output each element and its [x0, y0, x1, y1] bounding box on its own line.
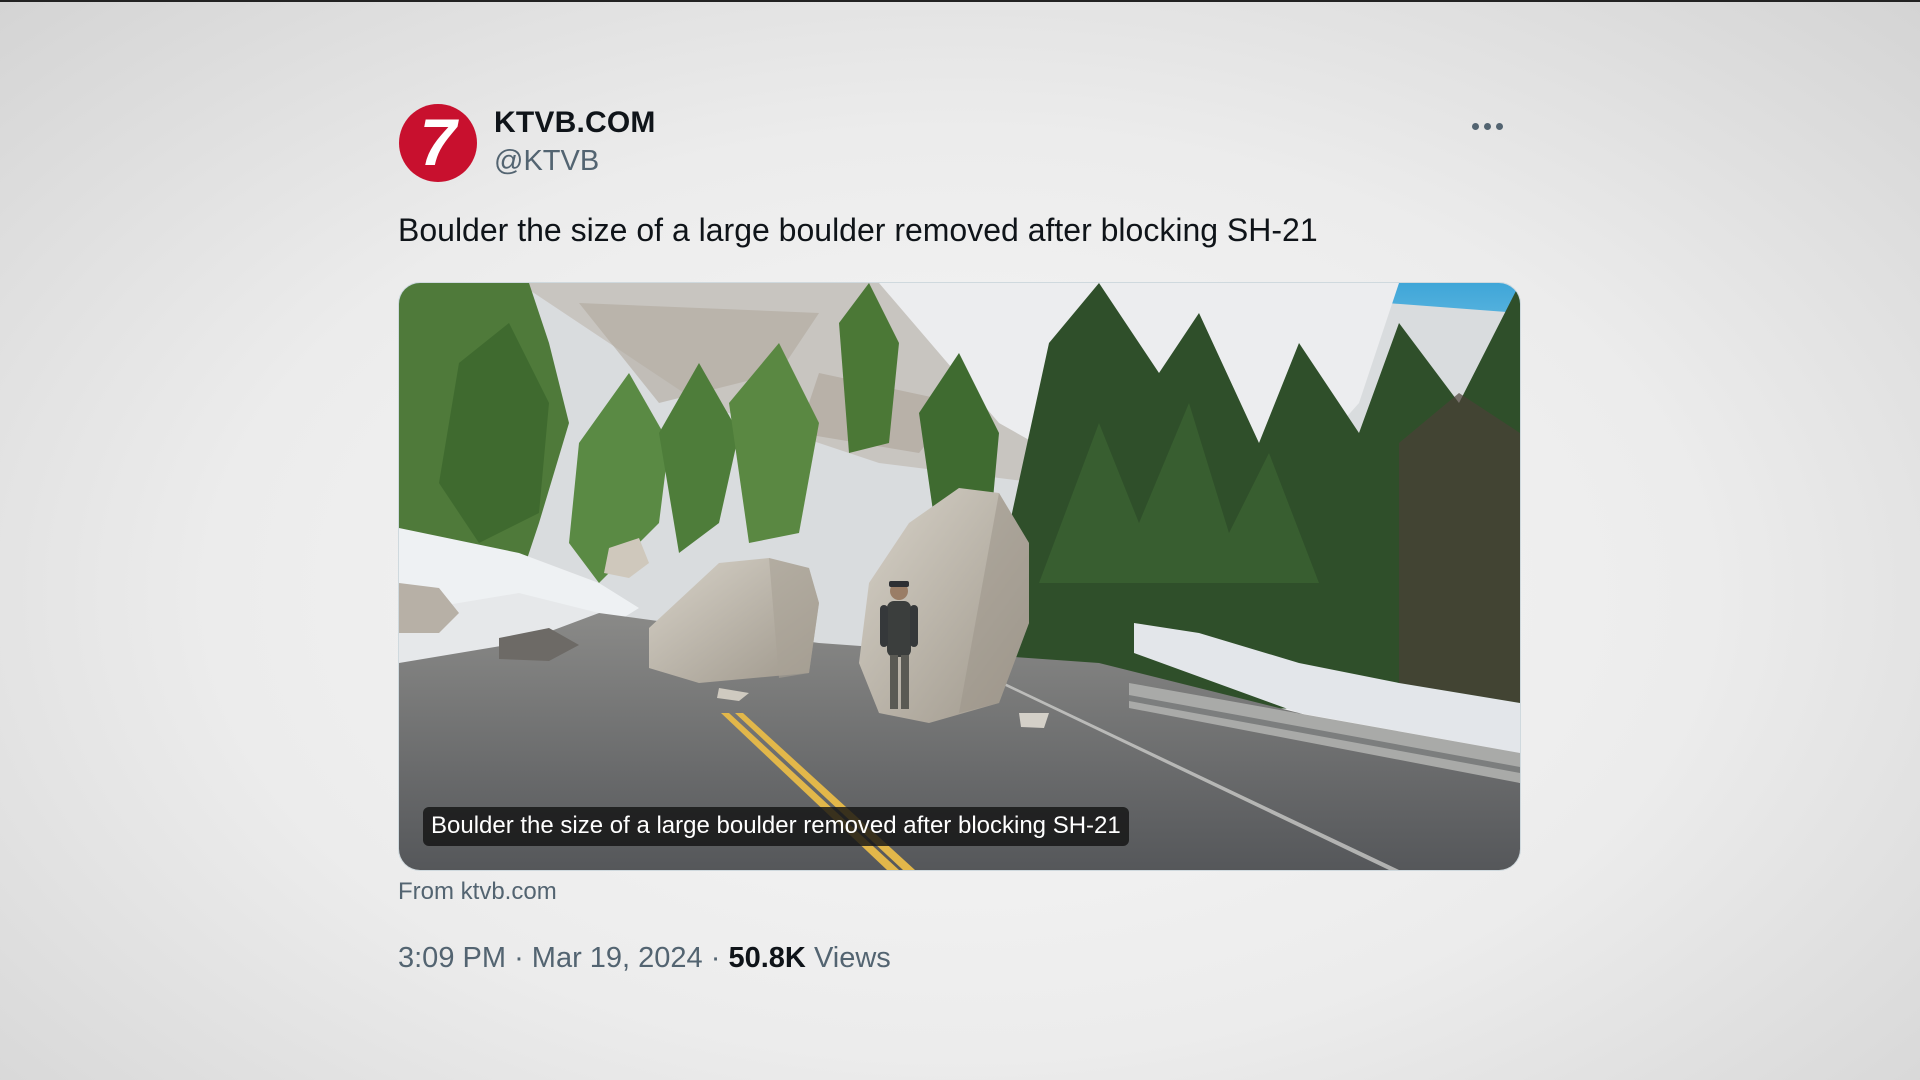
- meta-separator: ·: [710, 942, 721, 974]
- more-options-icon[interactable]: [1468, 120, 1508, 134]
- ktvb-logo-avatar[interactable]: 7: [398, 103, 478, 183]
- source-link[interactable]: From ktvb.com: [398, 878, 557, 906]
- tweet-time[interactable]: 3:09 PM: [398, 942, 506, 974]
- meta-separator: ·: [514, 942, 524, 974]
- top-border: [0, 0, 1920, 2]
- avatar-glyph: 7: [420, 105, 460, 179]
- views-label: Views: [813, 942, 891, 974]
- tweet-date[interactable]: Mar 19, 2024: [532, 942, 703, 974]
- tweet-header: 7 KTVB.COM @KTVB: [398, 100, 1522, 184]
- tweet-media[interactable]: Boulder the size of a large boulder remo…: [398, 282, 1521, 871]
- tweet-card[interactable]: 7 KTVB.COM @KTVB Boulder the size of a l…: [398, 100, 1522, 974]
- media-caption: Boulder the size of a large boulder remo…: [423, 807, 1129, 846]
- display-name[interactable]: KTVB.COM: [494, 106, 656, 140]
- views-count[interactable]: 50.8K: [728, 942, 805, 974]
- boulder-photo: [399, 283, 1520, 870]
- tweet-meta: 3:09 PM · Mar 19, 2024 · 50.8K Views: [398, 942, 891, 975]
- account-handle[interactable]: @KTVB: [494, 145, 599, 178]
- tweet-text: Boulder the size of a large boulder remo…: [398, 212, 1318, 248]
